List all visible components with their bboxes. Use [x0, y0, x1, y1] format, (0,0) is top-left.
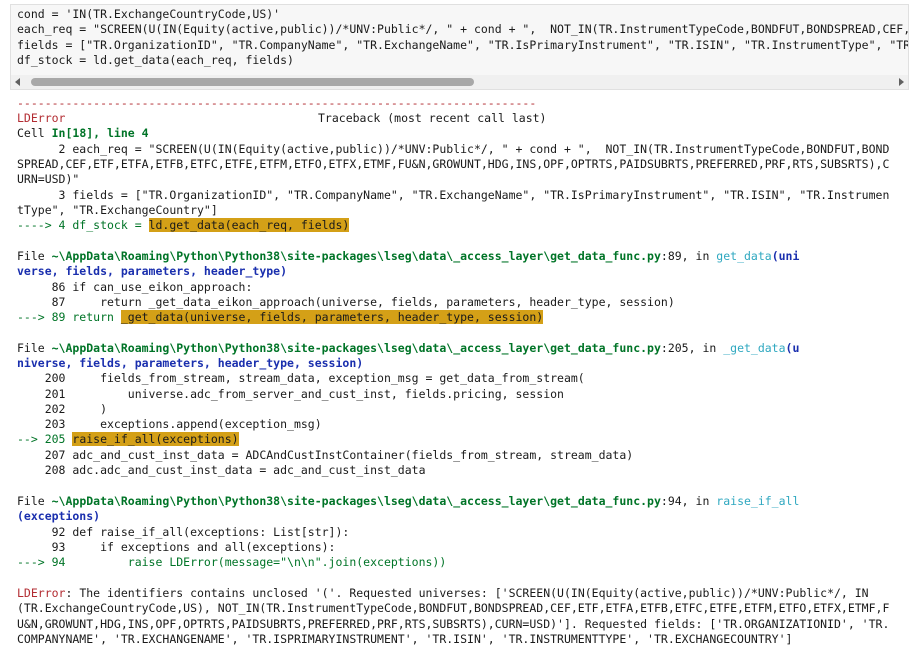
- frame2-line202: 202 ): [17, 402, 108, 416]
- frame3-arrow-line: ---> 94 raise LDError(message="\n\n".joi…: [17, 555, 447, 569]
- code-line[interactable]: cond = 'IN(TR.ExchangeCountryCode,US)': [17, 7, 280, 22]
- error-message-line3: U&N,GROWUNT,HDG,INS,OPF,OPTRTS,PAIDSUBRT…: [17, 617, 890, 631]
- frame1-line87: 87 return _get_data_eikon_approach(unive…: [17, 295, 675, 309]
- frame2-file-line: File ~\AppData\Roaming\Python\Python38\s…: [17, 341, 800, 355]
- frame3-file-line: File ~\AppData\Roaming\Python\Python38\s…: [17, 494, 800, 508]
- horizontal-scrollbar[interactable]: [11, 75, 908, 89]
- frame1-args: verse, fields, parameters, header_type): [17, 264, 288, 278]
- frame0-line2b: SPREAD,CEF,ETF,ETFA,ETFB,ETFC,ETFE,ETFM,…: [17, 157, 890, 171]
- frame2-line203: 203 exceptions.append(exception_msg): [17, 417, 322, 431]
- traceback-header-line: LDError Traceback (most recent call last): [17, 111, 546, 126]
- file-path-link[interactable]: ~\AppData\Roaming\Python\Python38\site-p…: [52, 249, 661, 263]
- error-name: LDError: [17, 111, 66, 125]
- frame0-line2c: URN=USD)": [17, 172, 80, 186]
- frame1-file-line: File ~\AppData\Roaming\Python\Python38\s…: [17, 249, 800, 263]
- cell-reference: Cell In[18], line 4: [17, 126, 149, 140]
- code-line[interactable]: each_req = "SCREEN(U(IN(Equity(active,pu…: [17, 22, 908, 37]
- error-name: LDError: [17, 586, 66, 600]
- highlighted-call: ld.get_data(each_req, fields): [148, 218, 350, 232]
- traceback-divider: ----------------------------------------…: [17, 96, 537, 110]
- frame2-line201: 201 universe.adc_from_server_and_cust_in…: [17, 387, 564, 401]
- frame0-line3a: 3 fields = ["TR.OrganizationID", "TR.Com…: [17, 188, 890, 202]
- scroll-left-arrow-icon[interactable]: [15, 78, 20, 86]
- file-path-link[interactable]: ~\AppData\Roaming\Python\Python38\site-p…: [52, 494, 661, 508]
- frame0-line2a: 2 each_req = "SCREEN(U(IN(Equity(active,…: [17, 142, 890, 156]
- frame2-arrow-line: --> 205 raise_if_all(exceptions): [17, 432, 239, 446]
- frame0-arrow-line: ----> 4 df_stock = ld.get_data(each_req,…: [17, 218, 350, 232]
- file-path-link[interactable]: ~\AppData\Roaming\Python\Python38\site-p…: [52, 341, 661, 355]
- function-name: raise_if_all: [716, 494, 800, 508]
- frame1-arrow-line: ---> 89 return _get_data(universe, field…: [17, 310, 544, 324]
- frame2-line207: 207 adc_and_cust_inst_data = ADCAndCustI…: [17, 448, 634, 462]
- frame1-line86: 86 if can_use_eikon_approach:: [17, 280, 253, 294]
- cell-ref-link[interactable]: In[18], line 4: [52, 126, 149, 140]
- highlighted-call: _get_data(universe, fields, parameters, …: [120, 310, 544, 324]
- highlighted-call: raise_if_all(exceptions): [72, 432, 239, 446]
- code-line[interactable]: df_stock = ld.get_data(each_req, fields): [17, 53, 294, 68]
- frame3-args: (exceptions): [17, 509, 101, 523]
- error-message-line1: LDError: The identifiers contains unclos…: [17, 586, 869, 600]
- code-input-cell[interactable]: cond = 'IN(TR.ExchangeCountryCode,US)' e…: [10, 4, 909, 90]
- error-message-line2: (TR.ExchangeCountryCode,US), NOT_IN(TR.I…: [17, 601, 890, 615]
- function-name: _get_data: [723, 341, 786, 355]
- code-line[interactable]: fields = ["TR.OrganizationID", "TR.Compa…: [17, 38, 908, 53]
- frame0-line3b: tType", "TR.ExchangeCountry"]: [17, 203, 218, 217]
- traceback-title: Traceback (most recent call last): [318, 111, 547, 125]
- error-message-line4: COMPANYNAME', 'TR.EXCHANGENAME', 'TR.ISP…: [17, 632, 793, 646]
- frame2-line200: 200 fields_from_stream, stream_data, exc…: [17, 371, 585, 385]
- scroll-right-arrow-icon[interactable]: [899, 78, 904, 86]
- frame3-line93: 93 if exceptions and all(exceptions):: [17, 540, 336, 554]
- frame2-args: niverse, fields, parameters, header_type…: [17, 356, 364, 370]
- scroll-thumb[interactable]: [31, 78, 474, 86]
- function-name: get_data: [716, 249, 772, 263]
- frame2-line208: 208 adc.adc_and_cust_inst_data = adc_and…: [17, 463, 426, 477]
- frame3-line92: 92 def raise_if_all(exceptions: List[str…: [17, 525, 350, 539]
